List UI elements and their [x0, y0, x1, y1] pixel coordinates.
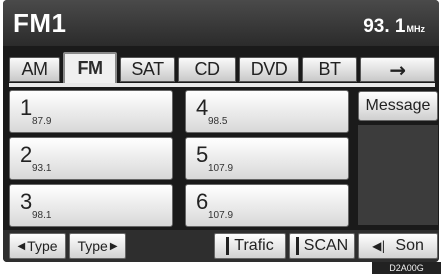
indicator-bar-icon — [226, 237, 230, 255]
preset-frequency: 107.9 — [208, 163, 234, 174]
scan-button[interactable]: SCAN — [289, 233, 355, 259]
empty-side-panel — [358, 125, 438, 225]
type-prev-button[interactable]: ◀ Type — [9, 233, 66, 259]
preset-button-4[interactable]: 4 98.5 — [185, 90, 349, 133]
tab-sat[interactable]: SAT — [120, 57, 175, 82]
audio-screen: FM1 93. 1MHz AM FM SAT CD DVD BT → 1 87.… — [3, 0, 439, 262]
preset-button-6[interactable]: 6 107.9 — [185, 184, 349, 227]
preset-button-2[interactable]: 2 93.1 — [9, 137, 173, 180]
preset-number: 4 — [196, 95, 209, 120]
preset-frequency: 98.5 — [208, 116, 228, 127]
preset-number: 6 — [196, 189, 209, 214]
trafic-button[interactable]: Trafic — [214, 233, 286, 259]
preset-number: 2 — [20, 142, 33, 167]
tab-am[interactable]: AM — [9, 57, 60, 82]
preset-number: 1 — [20, 95, 33, 120]
preset-button-3[interactable]: 3 98.1 — [9, 184, 173, 227]
source-title: FM1 — [13, 8, 67, 38]
preset-number: 3 — [20, 189, 33, 214]
figure-code: D2A00G — [372, 262, 441, 274]
sound-label: Son — [395, 237, 424, 254]
scan-label: SCAN — [303, 237, 349, 254]
tab-underline — [9, 83, 435, 87]
message-button[interactable]: Message — [358, 91, 438, 121]
tab-fm[interactable]: FM — [63, 52, 117, 85]
tab-cd[interactable]: CD — [178, 57, 236, 82]
title-bar: FM1 93. 1MHz — [3, 0, 439, 46]
frequency-unit: MHz — [406, 24, 426, 34]
type-next-label: Type — [77, 238, 108, 254]
triangle-right-icon: ▶ — [109, 240, 118, 252]
preset-frequency: 87.9 — [32, 116, 52, 127]
preset-button-5[interactable]: 5 107.9 — [185, 137, 349, 180]
tab-dvd[interactable]: DVD — [239, 57, 299, 82]
type-next-button[interactable]: Type ▶ — [69, 233, 126, 259]
preset-number: 5 — [196, 142, 209, 167]
indicator-bar-icon — [295, 237, 299, 255]
preset-frequency: 107.9 — [208, 210, 234, 221]
trafic-label: Trafic — [234, 237, 274, 254]
triangle-left-icon: ◀ — [17, 240, 26, 252]
right-arrow-icon[interactable]: → — [360, 57, 435, 82]
speaker-icon: ◀| — [372, 239, 386, 253]
current-frequency: 93. 1MHz — [363, 16, 425, 38]
preset-button-1[interactable]: 1 87.9 — [9, 90, 173, 133]
preset-frequency: 98.1 — [32, 210, 52, 221]
type-prev-label: Type — [27, 238, 58, 254]
preset-frequency: 93.1 — [32, 163, 52, 174]
frequency-value: 93. 1 — [363, 16, 406, 37]
sound-button[interactable]: ◀| Son — [358, 233, 438, 259]
tab-bt[interactable]: BT — [302, 57, 357, 82]
